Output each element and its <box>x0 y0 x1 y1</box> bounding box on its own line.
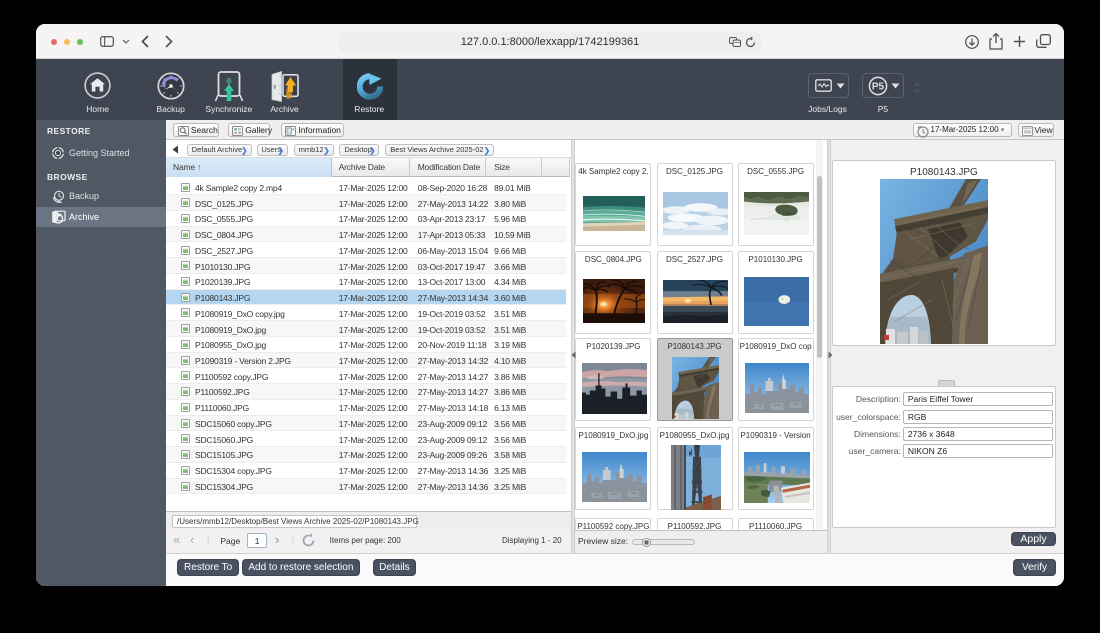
svg-text:P5: P5 <box>872 82 885 93</box>
